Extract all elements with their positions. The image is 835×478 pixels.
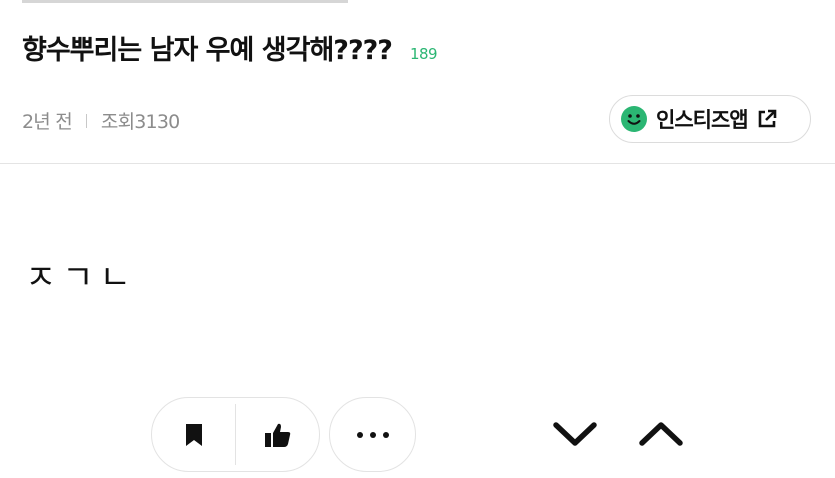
post-views: 조회3130	[100, 111, 180, 133]
header-divider	[0, 163, 835, 164]
post-body: ㅈㄱㄴ	[25, 258, 137, 298]
post-header: 향수뿌리는 남자 우예 생각해???? 189	[22, 28, 438, 67]
external-link-icon	[758, 109, 776, 128]
more-icon	[356, 431, 389, 438]
thumbs-up-icon	[264, 423, 290, 447]
comment-count[interactable]: 189	[410, 45, 438, 63]
post-actions	[151, 397, 320, 472]
bookmark-icon	[185, 423, 202, 446]
meta-separator	[85, 113, 87, 128]
smile-icon	[621, 106, 647, 132]
app-button-label: 인스티즈앱	[656, 108, 749, 132]
top-rule	[22, 0, 348, 3]
open-app-button[interactable]: 인스티즈앱	[609, 95, 811, 143]
prev-post-button[interactable]	[636, 414, 686, 454]
like-button[interactable]	[236, 398, 319, 471]
post-time: 2년 전	[22, 111, 73, 133]
more-button[interactable]	[329, 397, 416, 472]
next-post-button[interactable]	[550, 414, 600, 454]
post-meta: 2년 전 조회3130	[22, 107, 180, 134]
post-title: 향수뿌리는 남자 우예 생각해????	[22, 35, 393, 66]
chevron-down-icon	[553, 422, 597, 446]
bookmark-button[interactable]	[152, 398, 235, 471]
chevron-up-icon	[639, 422, 683, 446]
